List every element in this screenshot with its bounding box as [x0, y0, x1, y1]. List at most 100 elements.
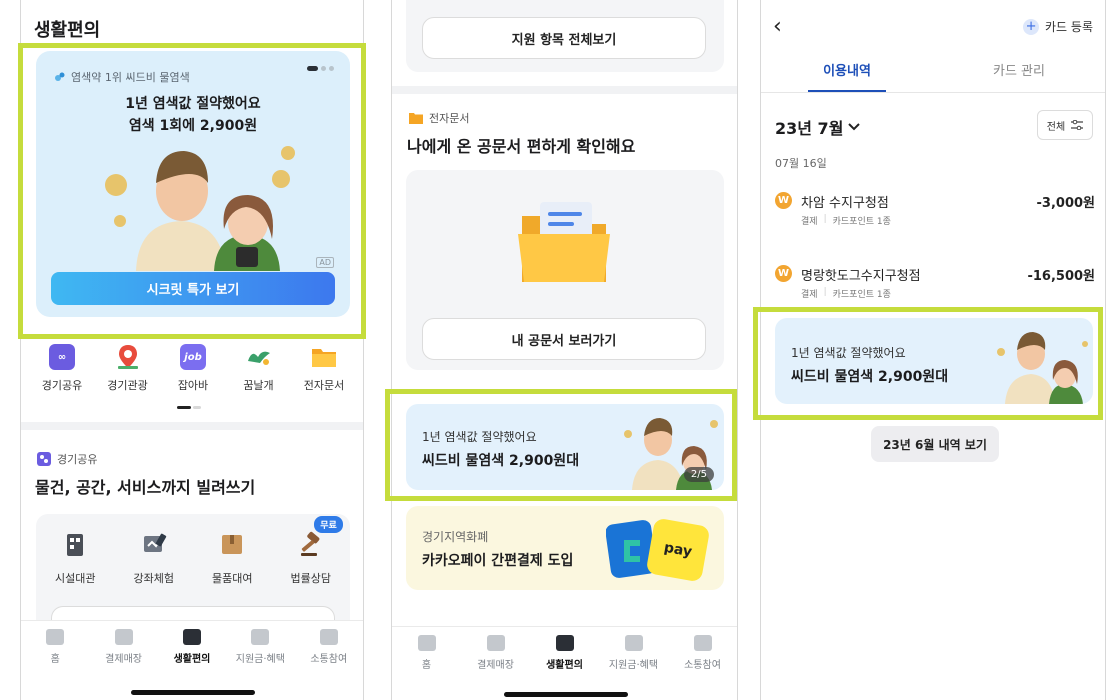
tab-card-management[interactable]: 카드 관리: [933, 60, 1105, 91]
quick-menu-item[interactable]: 꿈날개: [228, 344, 290, 393]
tab-life-convenience[interactable]: 생활편의: [534, 635, 596, 700]
section-label-text: 경기공유: [57, 453, 98, 466]
store-icon: [114, 629, 133, 645]
tab-label: 홈: [421, 660, 432, 671]
service-item[interactable]: 무료 법률상담: [275, 516, 347, 586]
section-label-text: 전자문서: [429, 112, 470, 125]
phone-screen-usage-history: ‹ + 카드 등록 이용내역 카드 관리 23년 7월 전체 07월 16일 W…: [760, 0, 1106, 700]
home-icon: [46, 629, 65, 645]
box-icon: [218, 530, 246, 558]
quick-menu-item[interactable]: 경기관광: [97, 344, 159, 393]
tab-label: 소통참여: [310, 654, 348, 665]
back-button[interactable]: ‹: [773, 14, 782, 39]
promo-line2: 씨드비 물염색 2,900원대: [422, 453, 580, 469]
filter-label: 전체: [1046, 121, 1066, 133]
transaction-amount: -3,000원: [1036, 196, 1095, 211]
wing-icon: [246, 344, 272, 370]
banner-brand-text: 염색약 1위 씨드비 물염색: [71, 71, 190, 84]
home-indicator: [131, 690, 255, 695]
tab-label: 홈: [50, 654, 60, 665]
banner-subline: 염색 1회에 2,900원: [128, 118, 258, 134]
quick-menu-label: 꿈날개: [243, 379, 274, 392]
tab-label: 결제매장: [477, 660, 514, 671]
tab-payment-store[interactable]: 결제매장: [465, 635, 527, 700]
transaction-amount: -16,500원: [1027, 269, 1095, 284]
store-icon: [486, 635, 505, 651]
history-tabs: 이용내역 카드 관리: [761, 60, 1105, 93]
service-label: 시설대관: [55, 572, 96, 585]
quick-menu-pager: [177, 406, 201, 409]
promo-banner[interactable]: 1년 염색값 절약했어요 씨드비 물염색 2,900원대: [775, 318, 1093, 404]
tab-community[interactable]: 소통참여: [672, 635, 734, 700]
bottom-tab-bar: 홈 결제매장 생활편의 지원금·혜택 소통참여: [392, 626, 737, 700]
quick-menu-label: 잡아바: [177, 379, 209, 392]
card-register-button[interactable]: + 카드 등록: [1023, 18, 1093, 35]
sliders-icon: [1071, 120, 1084, 130]
service-item[interactable]: 강좌체험: [118, 530, 190, 586]
couple-illustration: [993, 324, 1089, 404]
quick-menu-item[interactable]: 전자문서: [293, 344, 355, 393]
section-divider: [21, 422, 363, 430]
tab-divider: [761, 92, 1105, 93]
quick-menu-label: 전자문서: [303, 379, 345, 392]
tab-usage-history[interactable]: 이용내역: [761, 60, 933, 93]
map-pin-icon: [115, 344, 141, 370]
filter-button[interactable]: 전체: [1037, 110, 1093, 140]
service-item[interactable]: 시설대관: [39, 530, 111, 586]
free-badge: 무료: [314, 516, 343, 533]
promo-line1: 경기지역화폐: [422, 530, 489, 544]
section-divider: [392, 86, 737, 94]
chat-icon: [319, 629, 338, 645]
tab-home[interactable]: 홈: [24, 629, 86, 700]
section-label: 전자문서: [409, 110, 469, 126]
ad-banner[interactable]: 염색약 1위 씨드비 물염색 1년 염색값 절약했어요 염색 1회에 2,900…: [36, 51, 350, 317]
home-icon: [417, 635, 436, 651]
transaction-type: 결제: [801, 290, 818, 300]
chevron-down-icon: [848, 123, 861, 131]
plus-icon: +: [1023, 18, 1040, 35]
tab-benefits[interactable]: 지원금·혜택: [603, 635, 665, 700]
section-title: 물건, 공간, 서비스까지 빌려쓰기: [35, 478, 256, 497]
service-label: 물품대여: [212, 572, 253, 585]
quick-menu-item[interactable]: job 잡아바: [162, 344, 224, 393]
phone-screen-life-convenience: 생활편의 염색약 1위 씨드비 물염색 1년 염색값 절약했어요 염색 1회에 …: [20, 0, 364, 700]
promo-banner-kakaopay[interactable]: 경기지역화폐 카카오페이 간편결제 도입 pay: [406, 506, 724, 590]
tab-label: 소통참여: [684, 660, 721, 671]
view-all-support-button[interactable]: 지원 항목 전체보기: [422, 17, 706, 59]
home-indicator: [504, 692, 628, 697]
quick-menu-item[interactable]: ∞ 경기공유: [31, 344, 93, 393]
quick-menu-label: 경기관광: [107, 379, 148, 392]
month-selector[interactable]: 23년 7월: [775, 115, 861, 139]
page-title: 생활편의: [34, 20, 101, 41]
carousel-dots: [307, 66, 334, 71]
gift-icon: [251, 629, 270, 645]
share-icon: [37, 452, 51, 466]
tab-community[interactable]: 소통참여: [298, 629, 360, 700]
tab-home[interactable]: 홈: [396, 635, 458, 700]
pay-label: pay: [662, 539, 694, 561]
service-label: 강좌체험: [133, 572, 174, 585]
month-label: 23년 7월: [775, 119, 844, 138]
payment-method: 카드포인트 1종: [832, 217, 891, 227]
gift-icon: [624, 635, 643, 651]
promo-line2: 씨드비 물염색 2,900원대: [791, 369, 949, 385]
previous-month-button[interactable]: 23년 6월 내역 보기: [871, 426, 999, 462]
service-item[interactable]: 물품대여: [196, 530, 268, 586]
banner-headline: 1년 염색값 절약했어요: [125, 96, 261, 112]
job-icon: job: [180, 344, 206, 370]
promo-banner[interactable]: 1년 염색값 절약했어요 씨드비 물염색 2,900원대 2/5: [406, 404, 724, 490]
water-drop-icon: [54, 71, 66, 83]
quick-menu-label: 경기공유: [41, 379, 83, 392]
page-indicator: 2/5: [683, 467, 714, 482]
ad-badge: AD: [316, 257, 334, 268]
quick-menu: ∞ 경기공유 경기관광 job 잡아바 꿈날개 전자문서: [31, 344, 355, 393]
my-documents-button[interactable]: 내 공문서 보러가기: [422, 318, 706, 360]
tab-label: 생활편의: [173, 654, 211, 665]
document-card: 내 공문서 보러가기: [406, 170, 724, 370]
secret-deal-button[interactable]: 시크릿 특가 보기: [51, 272, 335, 305]
folder-icon: [409, 112, 423, 124]
section-label: 경기공유: [37, 451, 97, 467]
building-icon: [61, 530, 89, 558]
transaction-meta: 결제 | 카드포인트 1종: [801, 287, 891, 300]
phone-screen-documents: 지원 항목 전체보기 전자문서 나에게 온 공문서 편하게 확인해요 내 공문서…: [391, 0, 738, 700]
